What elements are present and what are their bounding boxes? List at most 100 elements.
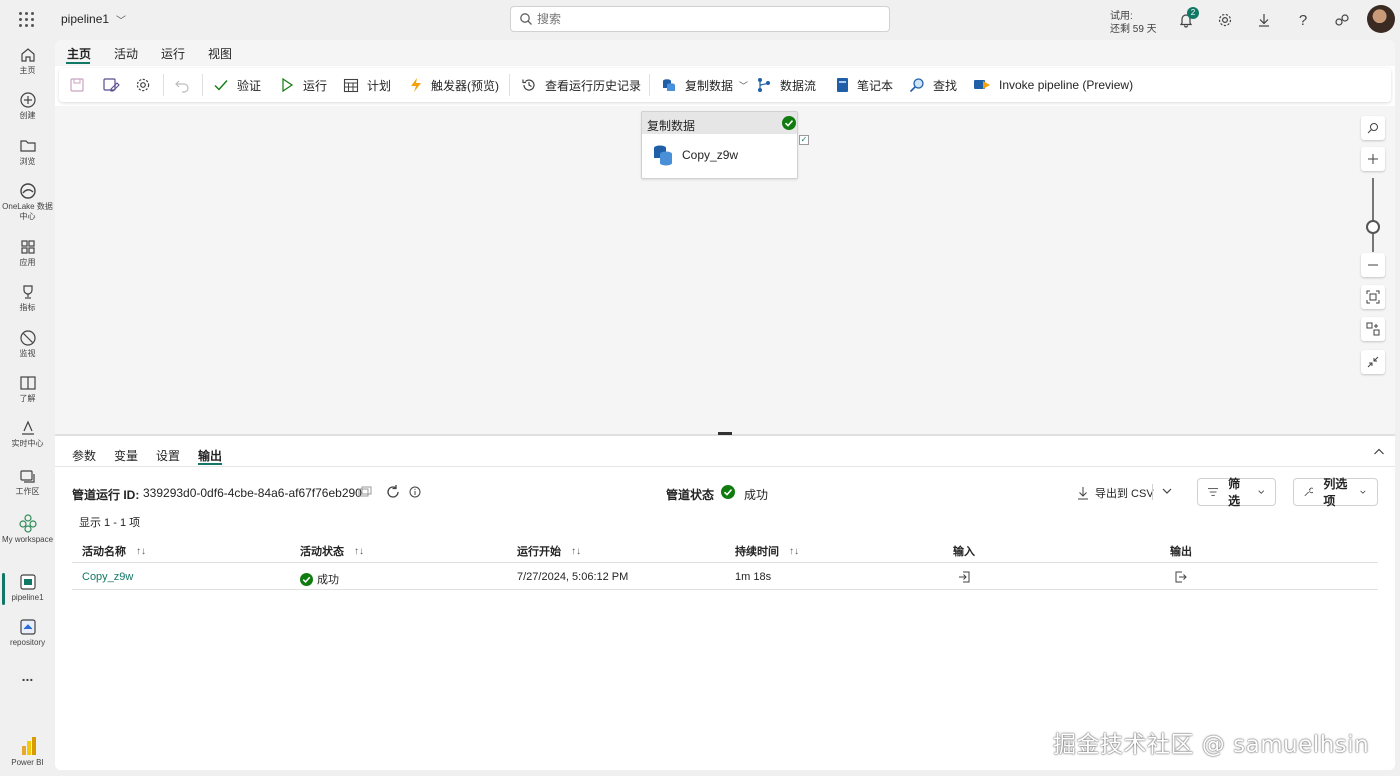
settings-button[interactable] [135, 75, 151, 95]
table-row: Copy_z9w 成功 7/27/2024, 5:06:12 PM 1m 18s [72, 564, 1378, 590]
input-icon[interactable] [958, 571, 970, 583]
copy-icon[interactable] [358, 486, 372, 498]
chevron-down-icon[interactable] [1161, 485, 1173, 497]
validate-button[interactable]: 验证 [213, 75, 261, 95]
item-name[interactable]: pipeline1 [61, 12, 109, 26]
tab-variables[interactable]: 变量 [114, 447, 138, 464]
activity-status: 成功 [300, 571, 339, 587]
sort-icon[interactable]: ↑↓ [789, 546, 799, 557]
gear-icon[interactable] [1215, 10, 1235, 30]
tab-parameters[interactable]: 参数 [72, 447, 96, 464]
auto-align-button[interactable] [1361, 317, 1385, 341]
zoom-out-button[interactable] [1361, 253, 1385, 277]
share-icon[interactable] [1332, 10, 1352, 30]
pipeline-status-label: 管道状态 [666, 488, 715, 502]
schedule-button[interactable]: 计划 [343, 75, 391, 95]
powerbi-icon [21, 737, 36, 755]
output-icon[interactable] [1175, 571, 1187, 583]
rail-my-workspace[interactable]: My workspace [0, 513, 55, 545]
column-options-button[interactable]: 列选项 [1293, 477, 1378, 508]
column-header-run-start[interactable]: 运行开始 ↑↓ [517, 543, 581, 559]
zoom-slider-track[interactable] [1372, 178, 1374, 252]
collapse-view-button[interactable] [1361, 350, 1385, 374]
fit-to-screen-button[interactable] [1361, 285, 1385, 309]
view-run-history-button[interactable]: 查看运行历史记录 [521, 75, 641, 95]
rail-monitor[interactable]: 监视 [0, 329, 55, 359]
rail-powerbi[interactable]: Power BI [0, 736, 55, 768]
rail-home[interactable]: 主页 [0, 46, 55, 76]
chevron-down-icon[interactable]: ﹀ [739, 79, 748, 92]
duration: 1m 18s [735, 571, 772, 583]
rail-create[interactable]: 创建 [0, 91, 55, 121]
plus-icon [1368, 154, 1378, 164]
sort-icon[interactable]: ↑↓ [136, 546, 146, 557]
trigger-button[interactable]: 触发器(预览) [409, 75, 499, 95]
fit-screen-icon [1366, 290, 1380, 304]
invoke-pipeline-button[interactable]: Invoke pipeline (Preview) [973, 75, 1133, 95]
undo-button[interactable] [174, 75, 190, 95]
pipeline-canvas[interactable]: 复制数据 Copy_z9w ✓ [55, 106, 1395, 434]
chevron-up-icon[interactable] [1373, 446, 1385, 458]
dataflow-button[interactable]: 数据流 [756, 75, 816, 95]
rail-metrics[interactable]: 指标 [0, 283, 55, 313]
onelake-icon [19, 183, 36, 199]
filter-button[interactable]: 筛选 [1197, 477, 1276, 508]
trophy-icon [22, 285, 33, 299]
lookup-button[interactable]: 查找 [909, 75, 957, 95]
sort-icon[interactable]: ↑↓ [571, 546, 581, 557]
tab-output[interactable]: 输出 [198, 447, 222, 464]
download-icon[interactable] [1254, 10, 1274, 30]
run-button[interactable]: 运行 [279, 75, 327, 95]
result-count: 显示 1 - 1 项 [79, 517, 141, 529]
save-button[interactable] [69, 75, 85, 95]
copy-data-icon [663, 79, 675, 91]
rail-browse[interactable]: 浏览 [0, 137, 55, 167]
rail-apps[interactable]: 应用 [0, 238, 55, 268]
refresh-icon[interactable] [385, 484, 401, 500]
column-header-output: 输出 [1170, 546, 1192, 558]
copy-data-activity[interactable]: 复制数据 Copy_z9w [641, 111, 798, 179]
top-bar: pipeline1 ﹀ 试用: 还剩 59 天 2 ? [0, 0, 1400, 40]
copy-data-icon [654, 145, 672, 166]
column-header-duration[interactable]: 持续时间 ↑↓ [735, 543, 799, 559]
main-panel: 主页 活动 运行 视图 验证 运行 计划 触发器(预览) 查看运行历史记录 复制… [55, 40, 1395, 770]
rail-realtime[interactable]: 实时中心 [0, 419, 55, 449]
chevron-down-icon[interactable]: ﹀ [116, 12, 126, 27]
activity-name-link[interactable]: Copy_z9w [82, 571, 133, 583]
tab-settings[interactable]: 设置 [156, 447, 180, 464]
rail-pipeline1[interactable]: pipeline1 [0, 573, 55, 603]
tab-activities[interactable]: 活动 [114, 45, 138, 62]
chevron-down-icon [1360, 490, 1366, 494]
help-icon[interactable]: ? [1293, 10, 1313, 30]
canvas-search-button[interactable] [1361, 116, 1385, 140]
notebook-button[interactable]: 笔记本 [835, 75, 893, 95]
search-box[interactable] [510, 6, 890, 32]
column-header-activity-status[interactable]: 活动状态 ↑↓ [300, 543, 364, 559]
avatar[interactable] [1367, 5, 1395, 33]
search-input[interactable] [537, 10, 877, 28]
sort-icon[interactable]: ↑↓ [354, 546, 364, 557]
rail-learn[interactable]: 了解 [0, 374, 55, 404]
tab-run[interactable]: 运行 [161, 45, 185, 62]
search-icon [520, 13, 532, 25]
splitter-grip[interactable] [718, 432, 732, 435]
column-header-activity-name[interactable]: 活动名称 ↑↓ [82, 543, 146, 559]
column-header-input: 输入 [953, 546, 975, 558]
more-icon[interactable]: ... [0, 668, 55, 684]
tab-home[interactable]: 主页 [67, 45, 91, 62]
rail-repository[interactable]: repository [0, 618, 55, 648]
zoom-slider-handle[interactable] [1366, 220, 1380, 234]
apps-icon [20, 240, 35, 254]
toolbar-divider [509, 74, 510, 96]
app-launcher-icon[interactable] [19, 12, 35, 28]
tab-view[interactable]: 视图 [208, 45, 232, 62]
on-success-port[interactable]: ✓ [799, 135, 809, 145]
my-workspace-icon [18, 514, 37, 533]
copy-data-button[interactable]: 复制数据 ﹀ [661, 75, 748, 95]
zoom-in-button[interactable] [1361, 147, 1385, 171]
rail-onelake[interactable]: OneLake 数据中心 [0, 182, 55, 222]
save-as-button[interactable] [102, 75, 120, 95]
info-icon[interactable] [409, 486, 421, 498]
rail-workspaces[interactable]: 工作区 [0, 467, 55, 497]
export-csv-button[interactable]: 导出到 CSV [1077, 483, 1154, 503]
